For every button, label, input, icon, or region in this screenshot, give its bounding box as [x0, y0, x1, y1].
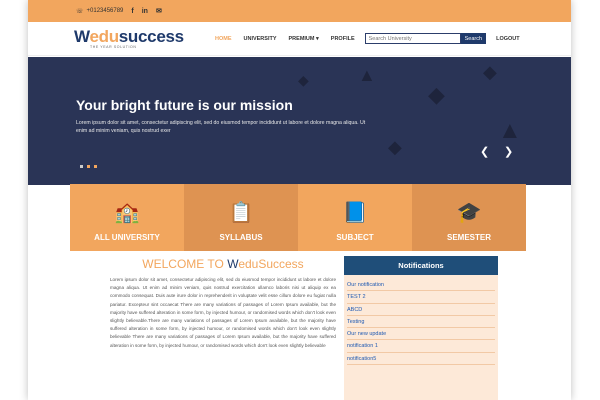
slider-dot[interactable] — [94, 165, 97, 168]
main-navbar: Wedusuccess THE YEAR SOLUTION HOME UNIVE… — [28, 22, 571, 56]
top-contact-bar: ☏ +0123456789 f in ✉ — [28, 0, 571, 22]
notification-item[interactable]: TEST 2 — [347, 291, 495, 304]
graduation-cap-icon: ◆ — [388, 137, 402, 157]
card-semester[interactable]: 🎓 SEMESTER — [412, 184, 526, 251]
notifications-list: Our notification TEST 2 ABCD Testing Our… — [344, 275, 498, 369]
notifications-title: Notifications — [344, 256, 498, 275]
nav-item-premium-label: PREMIUM — [288, 35, 315, 42]
logo-accent: edu — [89, 26, 119, 46]
notification-item[interactable]: ABCD — [347, 304, 495, 316]
nav-item-home[interactable]: HOME — [215, 36, 232, 42]
graduate-icon: 🎓 — [456, 202, 482, 224]
linkedin-icon[interactable]: in — [142, 8, 148, 15]
notification-item[interactable]: notification 1 — [347, 340, 495, 353]
card-all-university[interactable]: 🏫 ALL UNIVERSITY — [70, 184, 184, 251]
welcome-text: Lorem ipsum dolor sit amet, consectetur … — [110, 277, 336, 348]
notification-item[interactable]: Testing — [347, 316, 495, 329]
card-label: SUBJECT — [336, 233, 374, 242]
category-cards: 🏫 ALL UNIVERSITY 📋 SYLLABUS 📘 SUBJECT 🎓 … — [70, 184, 526, 251]
card-label: ALL UNIVERSITY — [94, 233, 160, 242]
notification-item[interactable]: Our notification — [347, 279, 495, 292]
browser-page: ☏ +0123456789 f in ✉ Wedusuccess THE YEA… — [28, 0, 571, 400]
logout-link[interactable]: LOGOUT — [496, 36, 520, 42]
welcome-brand-w: W — [227, 257, 239, 271]
slider-dot[interactable] — [80, 165, 83, 168]
syllabus-document-icon: 📋 — [228, 202, 254, 224]
card-label: SEMESTER — [446, 233, 491, 242]
phone-contact[interactable]: ☏ +0123456789 — [76, 8, 123, 15]
chevron-right-icon[interactable]: ❯ — [504, 145, 513, 158]
phone-icon: ☏ — [76, 8, 84, 15]
nav-item-profile[interactable]: PROFILE — [331, 36, 355, 42]
logo-wordmark: Wedusuccess — [74, 26, 184, 46]
nav-menu: HOME UNIVERSITY PREMIUM ▾ PROFILE — [215, 36, 355, 42]
welcome-brand-rest: eduSuccess — [238, 257, 304, 271]
university-building-icon: 🏫 — [114, 202, 140, 224]
site-logo[interactable]: Wedusuccess THE YEAR SOLUTION — [74, 26, 184, 49]
nav-item-university[interactable]: UNIVERSITY — [244, 36, 277, 42]
graduation-cap-icon: ◆ — [428, 82, 445, 107]
hero-banner: ▲ ◆ ◆ ▲ ◆ ◆ Your bright future is our mi… — [28, 57, 571, 185]
chevron-left-icon[interactable]: ❮ — [480, 145, 489, 158]
book-icon: 📘 — [342, 202, 368, 224]
notification-item[interactable]: Our new update — [347, 328, 495, 341]
logo-prefix: W — [74, 26, 90, 46]
search-input[interactable] — [364, 33, 461, 44]
graduation-cap-icon: ◆ — [483, 62, 497, 82]
logo-suffix: success — [118, 26, 184, 46]
graduation-cap-icon: ◆ — [298, 72, 309, 88]
card-subject[interactable]: 📘 SUBJECT — [298, 184, 412, 251]
search-button[interactable]: Search — [460, 33, 487, 44]
card-label: SYLLABUS — [219, 233, 263, 242]
notifications-panel: Notifications Our notification TEST 2 AB… — [344, 256, 498, 400]
welcome-prefix: WELCOME TO — [142, 257, 228, 271]
card-syllabus[interactable]: 📋 SYLLABUS — [184, 184, 298, 251]
search-form: Search — [364, 33, 487, 44]
hero-text: Lorem ipsum dolor sit amet, consectetur … — [76, 120, 366, 134]
mail-icon[interactable]: ✉ — [156, 7, 162, 15]
logo-tagline: THE YEAR SOLUTION — [90, 44, 137, 49]
notification-item[interactable]: notification5 — [347, 353, 495, 366]
hero-title: Your bright future is our mission — [76, 97, 293, 113]
slider-dot[interactable] — [87, 165, 90, 168]
graduation-cap-icon: ▲ — [358, 65, 376, 85]
phone-number: +0123456789 — [86, 8, 124, 14]
graduation-cap-icon: ▲ — [498, 117, 522, 144]
slider-dots — [80, 165, 97, 168]
nav-item-premium[interactable]: PREMIUM ▾ — [289, 36, 319, 42]
welcome-section: WELCOME TO WeduSuccess Lorem ipsum dolor… — [110, 257, 336, 350]
welcome-title: WELCOME TO WeduSuccess — [110, 257, 336, 271]
chevron-down-icon: ▾ — [316, 35, 319, 42]
facebook-icon[interactable]: f — [131, 8, 133, 15]
